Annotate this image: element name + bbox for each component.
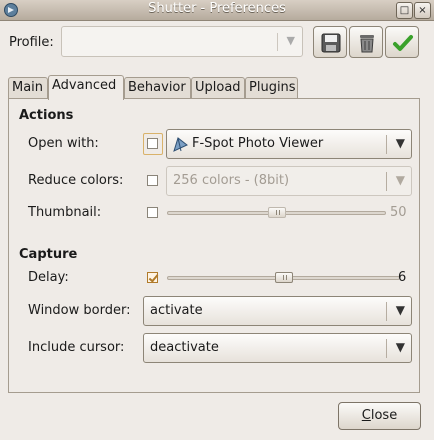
reduce-colors-label: Reduce colors: <box>28 173 124 188</box>
window-border-value: activate <box>150 303 203 318</box>
delay-value: 6 <box>398 270 407 285</box>
delay-label: Delay: <box>28 270 69 285</box>
restore-icon[interactable]: □ <box>396 2 413 19</box>
open-with-value: F-Spot Photo Viewer <box>192 136 324 151</box>
chevron-down-icon: ▼ <box>395 340 405 354</box>
chevron-down-icon: ▼ <box>395 173 405 187</box>
chevron-down-icon: ▼ <box>395 136 405 150</box>
title-bar[interactable]: Shutter - Preferences □ × <box>0 0 434 21</box>
save-profile-button[interactable] <box>313 26 347 58</box>
apply-profile-button[interactable] <box>385 26 419 58</box>
actions-heading: Actions <box>19 108 74 123</box>
combo-separator <box>386 339 387 358</box>
window-border-combo[interactable]: activate ▼ <box>143 296 412 326</box>
close-mnemonic: C <box>361 408 371 423</box>
thumbnail-checkbox[interactable] <box>147 207 158 218</box>
combo-separator <box>277 33 278 51</box>
tab-plugins[interactable]: Plugins <box>245 77 298 99</box>
tab-main[interactable]: Main <box>8 77 48 99</box>
advanced-panel: Actions Open with: F-Spot Photo Viewer ▼… <box>8 98 420 393</box>
f-spot-icon <box>173 137 188 152</box>
window-title: Shutter - Preferences <box>148 1 286 16</box>
tab-advanced[interactable]: Advanced <box>48 75 124 100</box>
profile-combo[interactable]: ▼ <box>61 26 303 57</box>
chevron-down-icon: ▼ <box>395 303 405 317</box>
include-cursor-label: Include cursor: <box>28 340 125 355</box>
chevron-down-icon: ▼ <box>286 34 295 47</box>
close-button[interactable]: Close <box>338 402 421 430</box>
reduce-colors-value: 256 colors - (8bit) <box>173 173 290 188</box>
close-label-rest: lose <box>370 408 398 423</box>
save-profile-icon <box>321 33 341 53</box>
apply-profile-icon <box>393 35 413 51</box>
window-border-label: Window border: <box>28 303 131 318</box>
profile-label: Profile: <box>9 35 54 50</box>
close-icon[interactable]: × <box>414 2 431 19</box>
include-cursor-value: deactivate <box>150 340 219 355</box>
combo-separator <box>386 172 387 191</box>
delete-profile-button[interactable] <box>349 26 383 58</box>
thumbnail-slider-handle[interactable] <box>267 207 286 218</box>
reduce-colors-checkbox[interactable] <box>147 175 158 186</box>
thumbnail-label: Thumbnail: <box>28 205 102 220</box>
tab-behavior[interactable]: Behavior <box>124 77 191 99</box>
reduce-colors-combo[interactable]: 256 colors - (8bit) ▼ <box>166 166 412 196</box>
open-with-label: Open with: <box>28 136 99 151</box>
tab-upload[interactable]: Upload <box>191 77 245 99</box>
delete-profile-icon <box>360 35 374 53</box>
delay-slider-handle[interactable] <box>274 272 293 283</box>
include-cursor-combo[interactable]: deactivate ▼ <box>143 333 412 363</box>
open-with-combo[interactable]: F-Spot Photo Viewer ▼ <box>166 129 412 159</box>
open-with-checkbox[interactable] <box>147 138 158 149</box>
combo-separator <box>386 135 387 154</box>
combo-separator <box>386 302 387 321</box>
capture-heading: Capture <box>19 247 78 262</box>
thumbnail-value: 50 <box>390 205 407 220</box>
delay-checkbox[interactable] <box>147 272 158 283</box>
